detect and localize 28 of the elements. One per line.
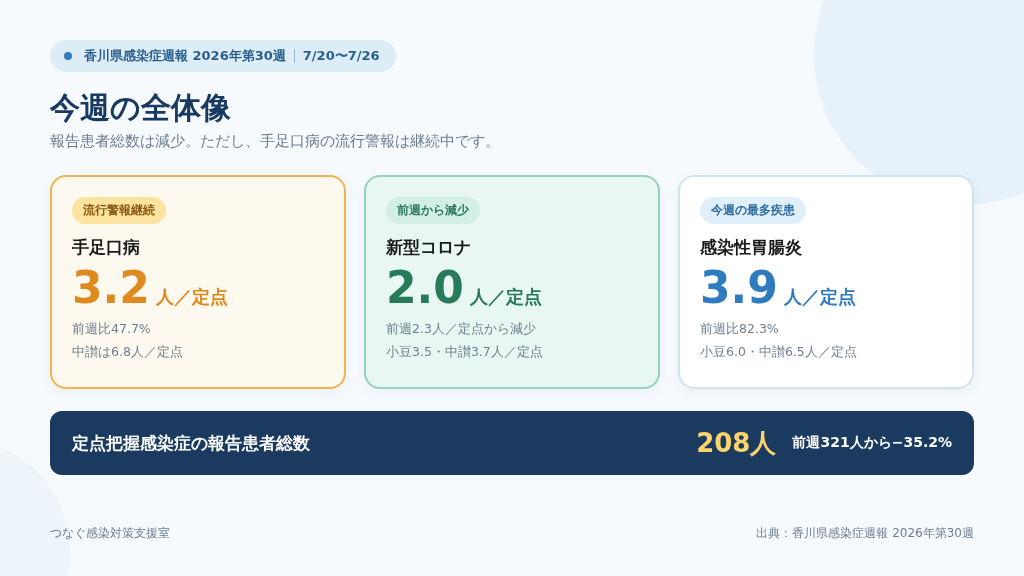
card-note: 前週比47.7% [72,321,151,338]
rate-unit: 人／定点 [155,285,228,309]
status-badge: 流行警報継続 [72,197,166,224]
footer-source: 出典：香川県感染症週報 2026年第30週 [756,525,974,542]
rate-unit: 人／定点 [469,285,542,309]
total-value: 208人 [696,426,777,460]
card-note: 小豆3.5・中讃3.7人／定点 [386,344,543,361]
rate-unit: 人／定点 [783,285,856,309]
report-period: 7/20〜7/26 [302,47,380,65]
report-name: 香川県感染症週報 2026年第30週 [84,47,286,65]
disease-name: 新型コロナ [386,236,471,259]
rate-value: 3.2 [72,261,150,315]
status-badge: 今週の最多疾患 [700,197,806,224]
card-note: 中讃は6.8人／定点 [72,344,183,361]
card-note: 前週比82.3% [700,321,779,338]
disease-name: 感染性胃腸炎 [700,236,802,259]
dot-icon [64,52,72,60]
total-label: 定点把握感染症の報告患者総数 [72,431,311,455]
disease-name: 手足口病 [72,236,140,259]
footer-org: つなぐ感染対策支援室 [50,525,170,542]
page-title: 今週の全体像 [50,89,232,127]
total-change: 前週321人から−35.2% [792,434,952,452]
rate-value: 3.9 [700,261,778,315]
status-badge: 前週から減少 [386,197,480,224]
page-subtitle: 報告患者総数は減少。ただし、手足口病の流行警報は継続中です。 [50,132,501,151]
card-note: 小豆6.0・中讃6.5人／定点 [700,344,857,361]
card-note: 前週2.3人／定点から減少 [386,321,536,338]
rate-value: 2.0 [386,261,464,315]
